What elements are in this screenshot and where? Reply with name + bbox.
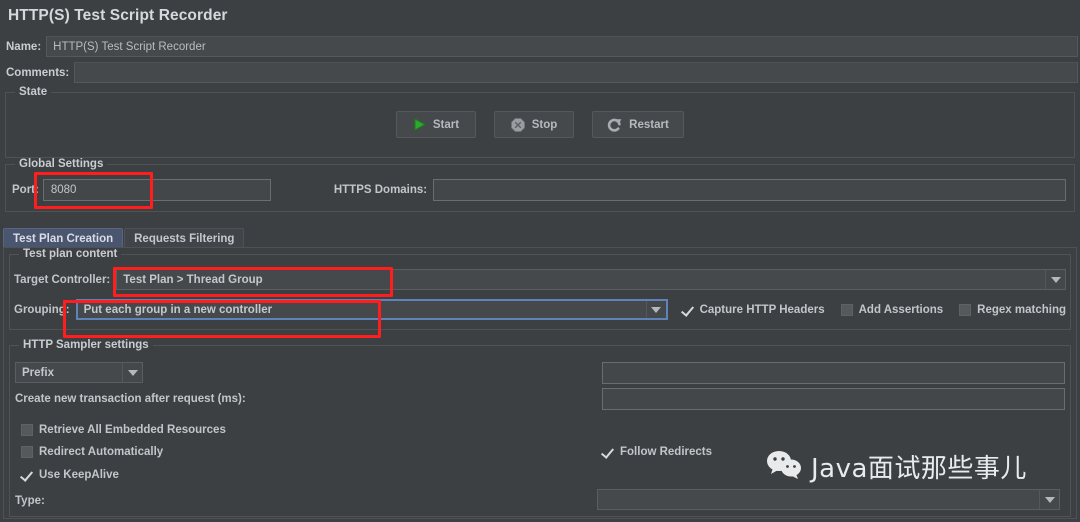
retrieve-embedded-resources-checkbox[interactable]: Retrieve All Embedded Resources: [21, 424, 226, 436]
transaction-label: Create new transaction after request (ms…: [15, 393, 246, 405]
grouping-label: Grouping:: [14, 303, 70, 316]
start-button[interactable]: Start: [396, 111, 476, 138]
https-domains-label: HTTPS Domains:: [333, 184, 428, 196]
use-keepalive-checkbox[interactable]: Use KeepAlive: [21, 469, 119, 481]
chevron-down-icon[interactable]: [645, 301, 666, 318]
prefix-input[interactable]: [602, 361, 1065, 384]
capture-http-headers-label: Capture HTTP Headers: [699, 303, 825, 316]
start-button-label: Start: [432, 118, 460, 131]
prefix-value: Prefix: [22, 366, 54, 379]
page-title-bar: HTTP(S) Test Script Recorder: [0, 0, 1080, 32]
target-controller-value: Test Plan > Thread Group: [123, 273, 263, 286]
regex-matching-checkbox[interactable]: Regex matching: [959, 303, 1066, 316]
checkbox-box: [21, 424, 33, 436]
restart-button-label: Restart: [629, 118, 669, 131]
global-settings-legend: Global Settings: [15, 158, 108, 170]
type-combo[interactable]: [597, 489, 1060, 510]
http-sampler-settings-legend: HTTP Sampler settings: [19, 339, 153, 351]
checkbox-box: [21, 469, 33, 481]
restart-button[interactable]: Restart: [592, 111, 684, 138]
grouping-value: Put each group in a new controller: [83, 303, 273, 316]
http-sampler-settings-panel: HTTP Sampler settings Prefix Create new …: [9, 339, 1071, 517]
play-icon: [413, 118, 426, 131]
tab-bar: Test Plan Creation Requests Filtering: [3, 228, 245, 248]
follow-redirects-checkbox[interactable]: Follow Redirects: [602, 446, 712, 458]
name-input[interactable]: HTTP(S) Test Script Recorder: [46, 36, 1078, 57]
prefix-combo[interactable]: Prefix: [15, 362, 143, 383]
checkbox-box: [682, 304, 694, 316]
chevron-down-icon[interactable]: [1045, 270, 1065, 289]
page-title: HTTP(S) Test Script Recorder: [8, 7, 228, 24]
transaction-row: Create new transaction after request (ms…: [15, 388, 1065, 410]
global-settings-row: Port: 8080 HTTPS Domains:: [9, 179, 1069, 201]
type-label: Type:: [15, 495, 45, 507]
tab-test-plan-creation[interactable]: Test Plan Creation: [3, 228, 124, 248]
add-assertions-label: Add Assertions: [858, 303, 944, 316]
chevron-down-icon[interactable]: [122, 363, 142, 382]
chevron-down-icon[interactable]: [1039, 490, 1059, 509]
checkbox-box: [21, 446, 33, 458]
name-label: Name:: [6, 40, 42, 53]
checkbox-box: [840, 303, 853, 316]
follow-redirects-label: Follow Redirects: [620, 446, 713, 458]
redirect-automatically-checkbox[interactable]: Redirect Automatically: [21, 446, 163, 458]
restart-arrow-icon: [607, 118, 622, 132]
tab-requests-filtering[interactable]: Requests Filtering: [124, 228, 245, 248]
state-panel: State Start Stop Restart: [5, 86, 1075, 158]
add-assertions-checkbox[interactable]: Add Assertions: [840, 303, 944, 316]
checkbox-box: [602, 446, 614, 458]
state-panel-legend: State: [15, 86, 52, 98]
port-label: Port:: [12, 184, 39, 196]
test-plan-content-panel: Test plan content Target Controller: Tes…: [9, 248, 1071, 330]
checkbox-box: [959, 303, 972, 316]
stop-button-label: Stop: [531, 118, 558, 131]
test-plan-content-legend: Test plan content: [19, 248, 122, 260]
prefix-row: Prefix: [15, 361, 1065, 384]
name-row: Name: HTTP(S) Test Script Recorder: [0, 36, 1080, 57]
use-keepalive-label: Use KeepAlive: [39, 469, 119, 481]
regex-matching-label: Regex matching: [977, 303, 1066, 316]
target-controller-row: Target Controller: Test Plan > Thread Gr…: [14, 269, 1066, 290]
http-test-script-recorder-window: HTTP(S) Test Script Recorder Name: HTTP(…: [0, 0, 1080, 522]
tab-requests-filtering-label: Requests Filtering: [134, 232, 235, 245]
redirect-automatically-label: Redirect Automatically: [39, 446, 164, 458]
https-domains-input[interactable]: [433, 179, 1066, 201]
target-controller-combo[interactable]: Test Plan > Thread Group: [116, 269, 1066, 290]
port-input[interactable]: 8080: [42, 179, 271, 201]
comments-input[interactable]: [74, 62, 1078, 83]
tab-test-plan-creation-label: Test Plan Creation: [13, 232, 114, 245]
stop-octagon-icon: [510, 117, 525, 132]
state-buttons-row: Start Stop Restart: [396, 111, 684, 138]
global-settings-panel: Global Settings Port: 8080 HTTPS Domains…: [5, 158, 1075, 212]
comments-label: Comments:: [6, 66, 70, 79]
target-controller-label: Target Controller:: [14, 273, 111, 286]
comments-row: Comments:: [0, 62, 1080, 83]
retrieve-embedded-resources-label: Retrieve All Embedded Resources: [39, 424, 226, 436]
grouping-combo[interactable]: Put each group in a new controller: [75, 299, 668, 320]
capture-http-headers-checkbox[interactable]: Capture HTTP Headers: [682, 304, 825, 316]
grouping-row: Grouping: Put each group in a new contro…: [14, 299, 1066, 320]
transaction-input[interactable]: [602, 388, 1065, 410]
stop-button[interactable]: Stop: [494, 111, 574, 138]
